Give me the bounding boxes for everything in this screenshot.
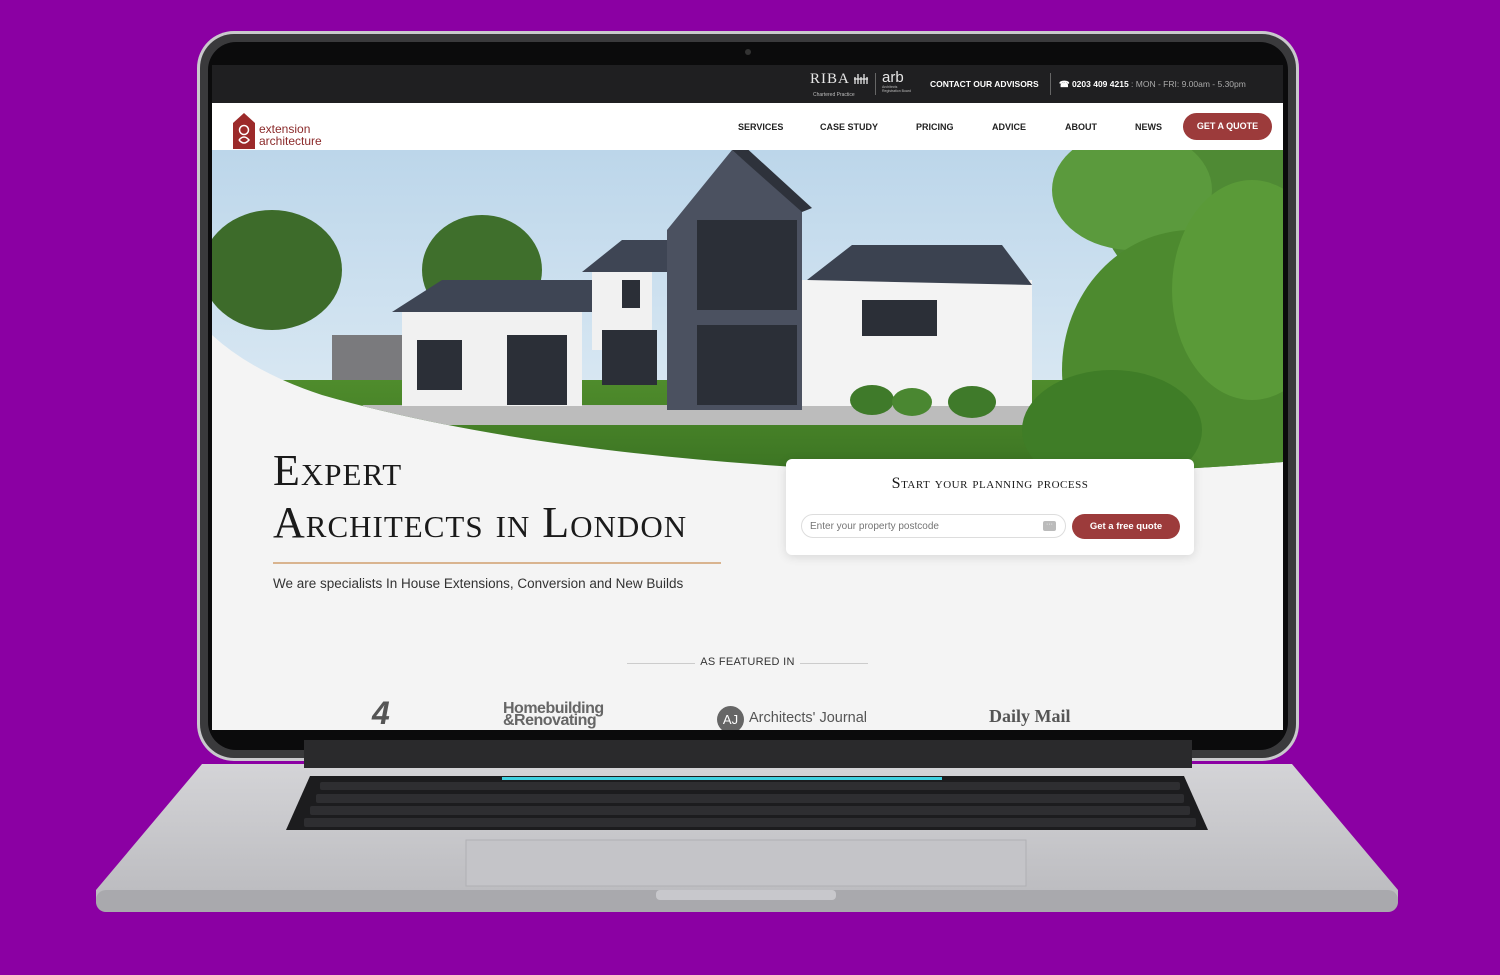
- arb-logo: arb: [882, 69, 904, 86]
- logo-line2: architecture: [259, 134, 322, 148]
- divider: [875, 73, 876, 95]
- hero-house-image: [212, 150, 1283, 474]
- aj-badge: AJ: [717, 706, 744, 730]
- riba-subtitle: Chartered Practice: [813, 92, 855, 98]
- nav-about[interactable]: ABOUT: [1065, 122, 1097, 132]
- phone-number: ☎ 0203 409 4215: [1059, 79, 1129, 89]
- extension-architecture-logo-icon[interactable]: [233, 113, 255, 149]
- camera: [745, 49, 751, 55]
- hero-title-line2: Architects in London: [273, 498, 688, 547]
- office-hours: : MON - FRI: 9.00am - 5.30pm: [1128, 79, 1246, 89]
- planning-card-title: Start your planning process: [891, 475, 1089, 492]
- divider: [1050, 73, 1051, 95]
- browser-screen: RIBA Chartered Practice arb Architects R…: [212, 65, 1283, 730]
- homebuilding-renovating-logo: Homebuilding &Renovating: [503, 701, 604, 729]
- riba-logo: RIBA: [810, 71, 850, 87]
- nav-advice[interactable]: ADVICE: [992, 122, 1026, 132]
- logo-text[interactable]: extension architecture: [259, 123, 322, 147]
- title-underline: [273, 562, 721, 564]
- as-featured-in-label: AS FEATURED IN: [700, 656, 795, 668]
- nav-case-study[interactable]: CASE STUDY: [820, 122, 878, 132]
- main-nav: extension architecture SERVICES CASE STU…: [212, 103, 1283, 150]
- nav-pricing[interactable]: PRICING: [916, 122, 954, 132]
- divider: [800, 663, 868, 664]
- phone-link[interactable]: ☎ 0203 409 4215 : MON - FRI: 9.00am - 5.…: [1059, 79, 1246, 90]
- riba-icon: [854, 74, 868, 84]
- planning-card: Start your planning process ··· Get a fr…: [786, 459, 1194, 555]
- nav-news[interactable]: NEWS: [1135, 122, 1162, 132]
- channel-4-logo: 4: [372, 695, 390, 730]
- daily-mail-logo: Daily Mail: [989, 706, 1071, 726]
- contact-advisors-link[interactable]: CONTACT OUR ADVISORS: [930, 79, 1039, 89]
- nav-services[interactable]: SERVICES: [738, 122, 783, 132]
- get-a-quote-button[interactable]: GET A QUOTE: [1183, 113, 1272, 140]
- top-bar: RIBA Chartered Practice arb Architects R…: [212, 65, 1283, 103]
- hero-title-line1: Expert: [273, 446, 403, 495]
- postcode-input[interactable]: [801, 514, 1066, 538]
- autofill-icon[interactable]: ···: [1043, 521, 1056, 531]
- get-free-quote-button[interactable]: Get a free quote: [1072, 514, 1180, 539]
- hero-subtitle: We are specialists In House Extensions, …: [273, 576, 684, 591]
- arb-subtitle: Architects Registration Board: [882, 85, 911, 93]
- homebuilding-line2: &Renovating: [503, 712, 597, 729]
- architects-journal-logo: Architects' Journal: [749, 710, 868, 726]
- laptop-base: [96, 740, 1398, 912]
